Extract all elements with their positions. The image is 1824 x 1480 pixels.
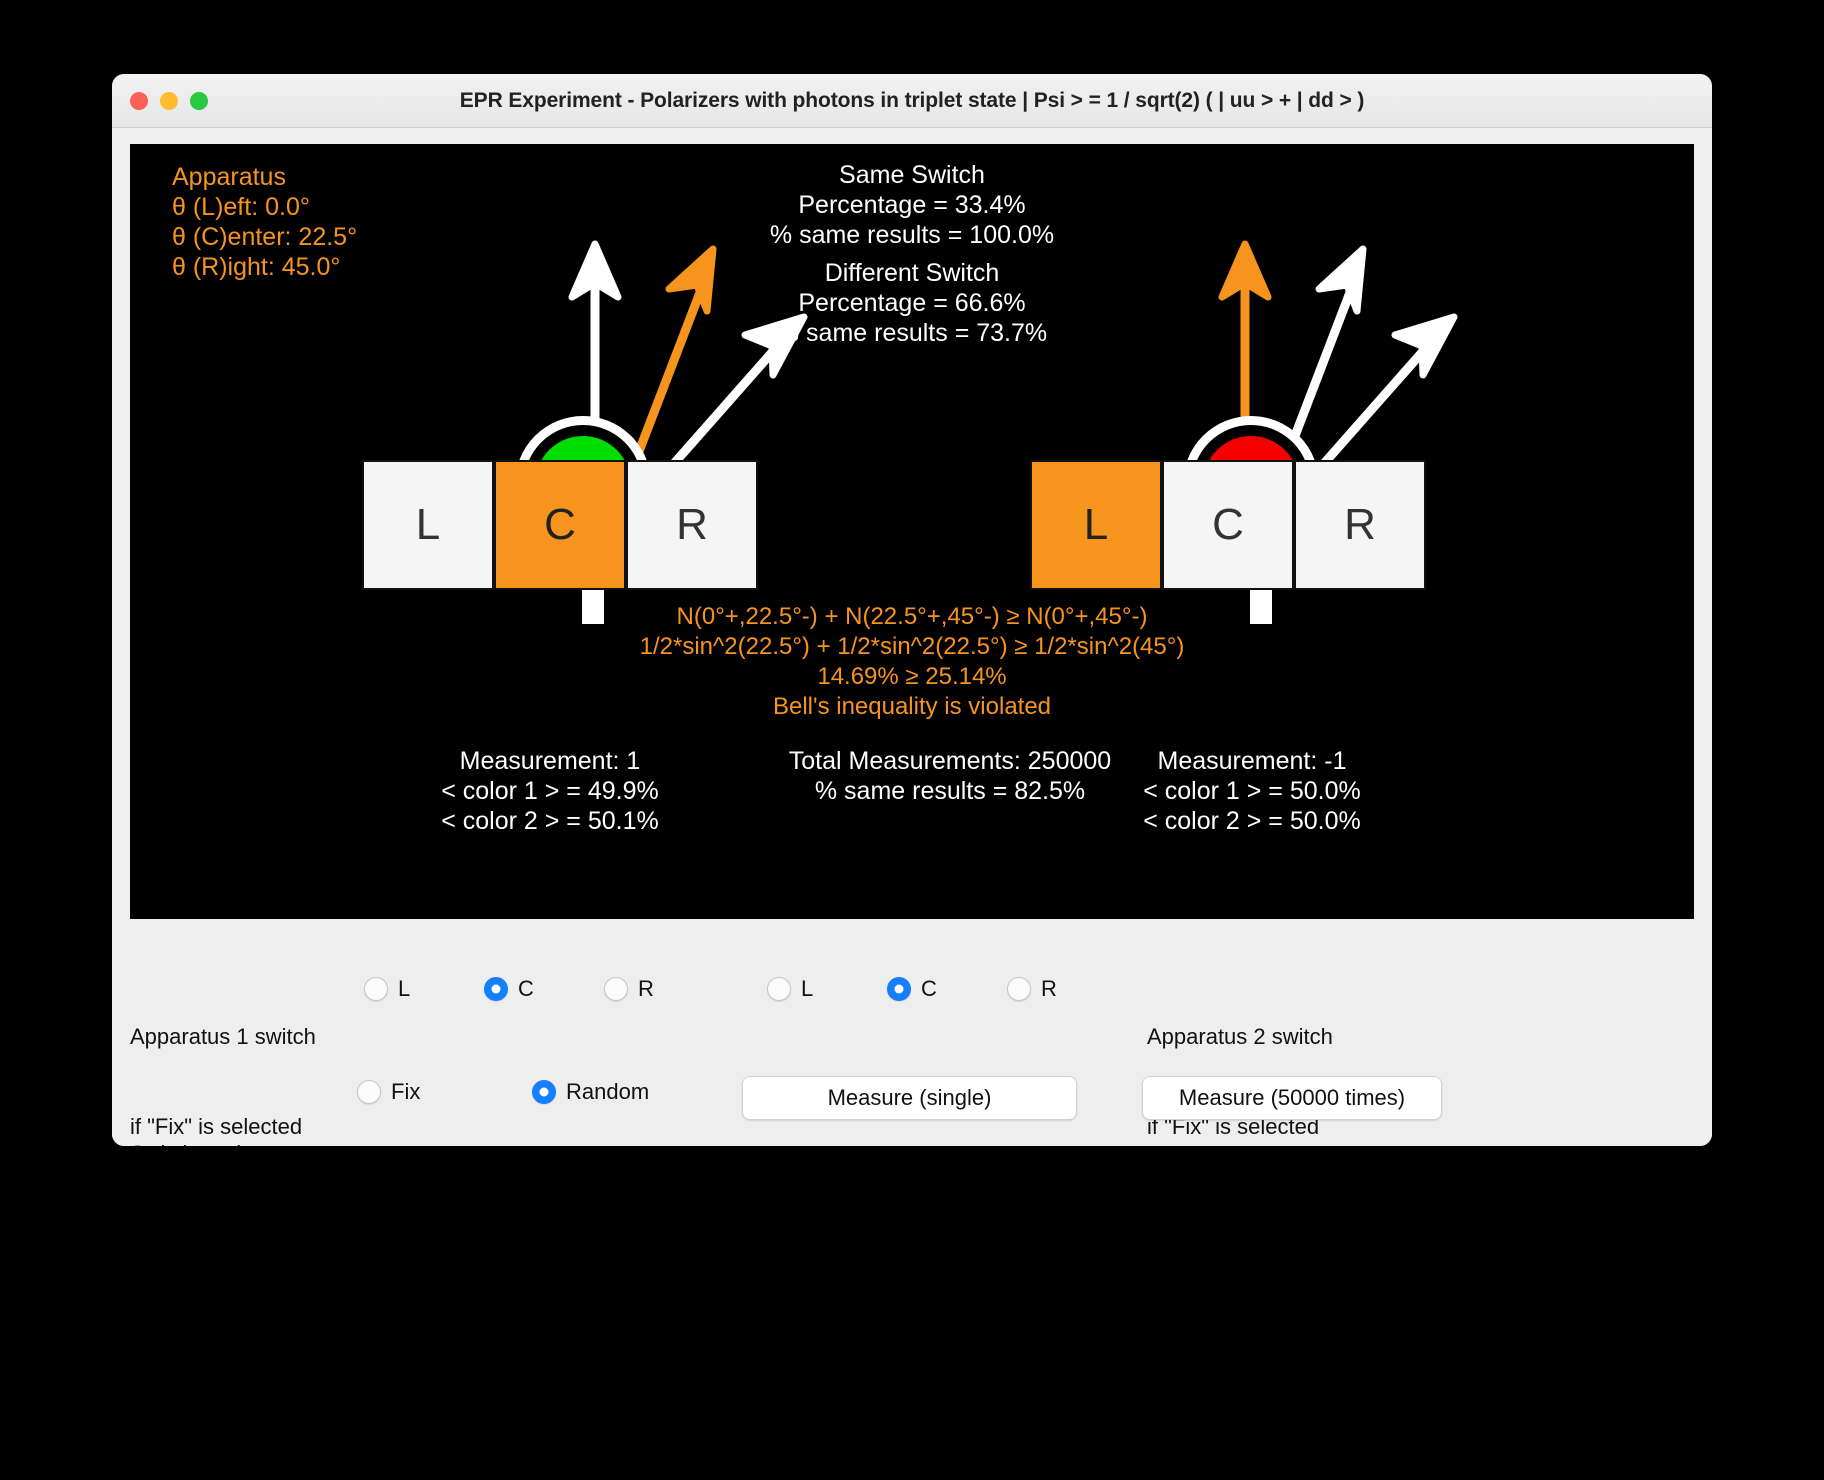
theta-center-readout: θ (C)enter: 22.5° — [172, 223, 358, 251]
bell-line-2: 1/2*sin^2(22.5°) + 1/2*sin^2(22.5°) ≥ 1/… — [639, 633, 1185, 660]
apparatus-1-radio-l[interactable]: L — [364, 976, 484, 1002]
apparatus-2-switch-l[interactable]: L — [1030, 460, 1162, 590]
left-measurement-readout: Measurement: 1 < color 1 > = 49.9% < col… — [340, 746, 760, 836]
apparatus-1-switch-c[interactable]: C — [494, 460, 626, 590]
window-title: EPR Experiment - Polarizers with photons… — [459, 89, 1365, 112]
apparatus-2-radio-group: L C R — [767, 976, 1127, 1002]
radio-dot-icon[interactable] — [364, 977, 388, 1001]
radio-dot-icon[interactable] — [532, 1080, 556, 1104]
apparatus-2-switch-label-line1: Apparatus 2 switch — [1147, 1024, 1333, 1049]
same-switch-title: Same Switch — [839, 161, 985, 189]
radio-dot-icon[interactable] — [357, 1080, 381, 1104]
apparatus-2-switch-c[interactable]: C — [1162, 460, 1294, 590]
apparatus-1-radio-l-label: L — [398, 976, 411, 1001]
right-color1-value: < color 1 > = 50.0% — [1143, 777, 1361, 805]
apparatus-1-radio-r[interactable]: R — [604, 976, 724, 1002]
apparatus-1-switch-label-line1: Apparatus 1 switch — [130, 1024, 316, 1049]
switch-setting-radio-random-label: Random — [566, 1079, 650, 1104]
left-color1-value: < color 1 > = 49.9% — [441, 777, 659, 805]
bell-line-1: N(0°+,22.5°-) + N(22.5°+,45°-) ≥ N(0°+,4… — [676, 603, 1148, 630]
app-window: EPR Experiment - Polarizers with photons… — [112, 74, 1712, 1146]
right-measurement-value: Measurement: -1 — [1157, 747, 1347, 775]
apparatus-1-radio-c[interactable]: C — [484, 976, 604, 1002]
controls-panel: Apparatus 1 switch if "Fix" is selected … — [112, 934, 1712, 1146]
switch-setting-radio-fix-label: Fix — [391, 1079, 421, 1104]
title-bar: EPR Experiment - Polarizers with photons… — [112, 74, 1712, 128]
bell-line-4: Bell's inequality is violated — [772, 693, 1052, 720]
right-measurement-readout: Measurement: -1 < color 1 > = 50.0% < co… — [1002, 746, 1502, 836]
switch-setting-label: Switch setting — [130, 1079, 266, 1146]
radio-dot-icon[interactable] — [484, 977, 508, 1001]
measure-many-button[interactable]: Measure (50000 times) — [1142, 1076, 1442, 1120]
apparatus-1-switch-r[interactable]: R — [626, 460, 758, 590]
theta-right-readout: θ (R)ight: 45.0° — [172, 253, 341, 281]
radio-dot-icon[interactable] — [1007, 977, 1031, 1001]
switch-setting-radio-fix[interactable]: Fix — [357, 1079, 532, 1105]
bell-inequality-panel: N(0°+,22.5°-) + N(22.5°+,45°-) ≥ N(0°+,4… — [262, 602, 1562, 722]
right-color2-value: < color 2 > = 50.0% — [1143, 807, 1361, 835]
radio-dot-icon[interactable] — [767, 977, 791, 1001]
switch-setting-label-text: Switch setting — [130, 1139, 266, 1146]
apparatus-2-radio-c-label: C — [921, 976, 937, 1001]
radio-dot-icon[interactable] — [887, 977, 911, 1001]
simulation-canvas: Apparatus θ (L)eft: 0.0° θ (C)enter: 22.… — [130, 144, 1694, 919]
apparatus-1-radio-c-label: C — [518, 976, 534, 1001]
bell-line-3: 14.69% ≥ 25.14% — [817, 663, 1007, 690]
apparatus-1-radio-group: L C R — [364, 976, 724, 1002]
left-color2-value: < color 2 > = 50.1% — [441, 807, 659, 835]
apparatus-2-radio-r[interactable]: R — [1007, 976, 1127, 1002]
apparatus-1-switch-l[interactable]: L — [362, 460, 494, 590]
apparatus-2-radio-c[interactable]: C — [887, 976, 1007, 1002]
apparatus-1-switch-row: L C R — [362, 460, 758, 590]
switch-setting-radio-random[interactable]: Random — [532, 1079, 707, 1105]
apparatus-2-switch-r[interactable]: R — [1294, 460, 1426, 590]
radio-dot-icon[interactable] — [604, 977, 628, 1001]
apparatus-info-heading: Apparatus — [172, 163, 286, 191]
left-measurement-value: Measurement: 1 — [459, 747, 641, 775]
apparatus-2-switch-row: L C R — [1030, 460, 1426, 590]
theta-left-readout: θ (L)eft: 0.0° — [172, 193, 310, 221]
apparatus-1-radio-r-label: R — [638, 976, 654, 1001]
apparatus-info-panel: Apparatus θ (L)eft: 0.0° θ (C)enter: 22.… — [172, 162, 357, 282]
apparatus-2-radio-l-label: L — [801, 976, 814, 1001]
measure-single-button[interactable]: Measure (single) — [742, 1076, 1077, 1120]
apparatus-2-radio-l[interactable]: L — [767, 976, 887, 1002]
switch-setting-radio-group: Fix Random — [357, 1079, 707, 1105]
apparatus-2-radio-r-label: R — [1041, 976, 1057, 1001]
